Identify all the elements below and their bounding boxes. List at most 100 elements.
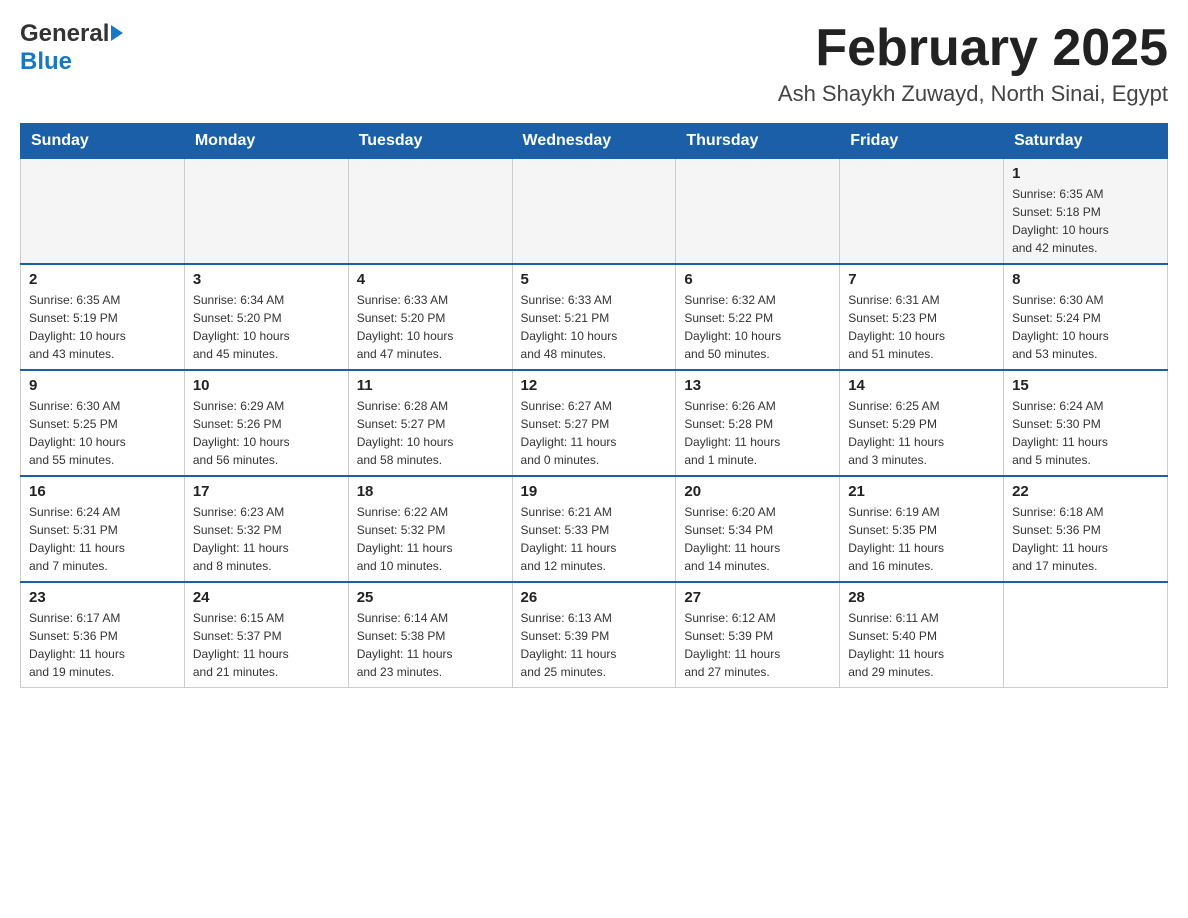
- day-info: Sunrise: 6:26 AM Sunset: 5:28 PM Dayligh…: [684, 397, 831, 469]
- day-number: 25: [357, 589, 504, 606]
- day-info: Sunrise: 6:17 AM Sunset: 5:36 PM Dayligh…: [29, 609, 176, 681]
- calendar-cell: 20 Sunrise: 6:20 AM Sunset: 5:34 PM Dayli…: [676, 476, 840, 582]
- day-number: 2: [29, 271, 176, 288]
- day-info: Sunrise: 6:23 AM Sunset: 5:32 PM Dayligh…: [193, 503, 340, 575]
- calendar-cell: 15Sunrise: 6:24 AM Sunset: 5:30 PM Dayli…: [1004, 370, 1168, 476]
- day-number: 10: [193, 377, 340, 394]
- day-number: 8: [1012, 271, 1159, 288]
- day-number: 26: [521, 589, 668, 606]
- calendar-cell: 24 Sunrise: 6:15 AM Sunset: 5:37 PM Dayli…: [184, 582, 348, 688]
- day-info: Sunrise: 6:11 AM Sunset: 5:40 PM Dayligh…: [848, 609, 995, 681]
- calendar-cell: 3Sunrise: 6:34 AM Sunset: 5:20 PM Daylig…: [184, 264, 348, 370]
- day-number: 22: [1012, 483, 1159, 500]
- day-info: Sunrise: 6:34 AM Sunset: 5:20 PM Dayligh…: [193, 291, 340, 363]
- day-number: 23: [29, 589, 176, 606]
- weekday-header-sunday: Sunday: [21, 124, 185, 159]
- day-info: Sunrise: 6:28 AM Sunset: 5:27 PM Dayligh…: [357, 397, 504, 469]
- day-number: 17: [193, 483, 340, 500]
- day-info: Sunrise: 6:25 AM Sunset: 5:29 PM Dayligh…: [848, 397, 995, 469]
- calendar-cell: 16Sunrise: 6:24 AM Sunset: 5:31 PM Dayli…: [21, 476, 185, 582]
- weekday-header-wednesday: Wednesday: [512, 124, 676, 159]
- day-info: Sunrise: 6:30 AM Sunset: 5:25 PM Dayligh…: [29, 397, 176, 469]
- logo-general-text: General: [20, 20, 109, 48]
- weekday-header-friday: Friday: [840, 124, 1004, 159]
- month-title: February 2025: [778, 20, 1168, 77]
- calendar-table: SundayMondayTuesdayWednesdayThursdayFrid…: [20, 123, 1168, 688]
- calendar-cell: 21Sunrise: 6:19 AM Sunset: 5:35 PM Dayli…: [840, 476, 1004, 582]
- day-info: Sunrise: 6:13 AM Sunset: 5:39 PM Dayligh…: [521, 609, 668, 681]
- weekday-header-tuesday: Tuesday: [348, 124, 512, 159]
- day-info: Sunrise: 6:22 AM Sunset: 5:32 PM Dayligh…: [357, 503, 504, 575]
- calendar-cell: [840, 159, 1004, 265]
- logo-blue-text: Blue: [20, 48, 72, 76]
- day-number: 14: [848, 377, 995, 394]
- day-info: Sunrise: 6:24 AM Sunset: 5:31 PM Dayligh…: [29, 503, 176, 575]
- calendar-cell: 12Sunrise: 6:27 AM Sunset: 5:27 PM Dayli…: [512, 370, 676, 476]
- day-number: 20: [684, 483, 831, 500]
- calendar-cell: 19 Sunrise: 6:21 AM Sunset: 5:33 PM Dayli…: [512, 476, 676, 582]
- calendar-cell: [184, 159, 348, 265]
- week-row-4: 16Sunrise: 6:24 AM Sunset: 5:31 PM Dayli…: [21, 476, 1168, 582]
- calendar-cell: [348, 159, 512, 265]
- weekday-header-saturday: Saturday: [1004, 124, 1168, 159]
- logo: General Blue: [20, 20, 123, 76]
- week-row-1: 1 Sunrise: 6:35 AM Sunset: 5:18 PM Daylig…: [21, 159, 1168, 265]
- weekday-header-thursday: Thursday: [676, 124, 840, 159]
- day-number: 4: [357, 271, 504, 288]
- day-info: Sunrise: 6:32 AM Sunset: 5:22 PM Dayligh…: [684, 291, 831, 363]
- calendar-cell: 18 Sunrise: 6:22 AM Sunset: 5:32 PM Dayli…: [348, 476, 512, 582]
- calendar-cell: 2 Sunrise: 6:35 AM Sunset: 5:19 PM Daylig…: [21, 264, 185, 370]
- calendar-cell: 9 Sunrise: 6:30 AM Sunset: 5:25 PM Daylig…: [21, 370, 185, 476]
- calendar-cell: 23 Sunrise: 6:17 AM Sunset: 5:36 PM Dayli…: [21, 582, 185, 688]
- page-header: General Blue February 2025 Ash Shaykh Zu…: [20, 20, 1168, 107]
- day-info: Sunrise: 6:29 AM Sunset: 5:26 PM Dayligh…: [193, 397, 340, 469]
- day-number: 28: [848, 589, 995, 606]
- day-number: 27: [684, 589, 831, 606]
- calendar-cell: 22 Sunrise: 6:18 AM Sunset: 5:36 PM Dayli…: [1004, 476, 1168, 582]
- calendar-cell: 8Sunrise: 6:30 AM Sunset: 5:24 PM Daylig…: [1004, 264, 1168, 370]
- calendar-cell: 10 Sunrise: 6:29 AM Sunset: 5:26 PM Dayli…: [184, 370, 348, 476]
- day-info: Sunrise: 6:35 AM Sunset: 5:19 PM Dayligh…: [29, 291, 176, 363]
- day-number: 7: [848, 271, 995, 288]
- day-info: Sunrise: 6:14 AM Sunset: 5:38 PM Dayligh…: [357, 609, 504, 681]
- day-number: 9: [29, 377, 176, 394]
- calendar-cell: 11 Sunrise: 6:28 AM Sunset: 5:27 PM Dayli…: [348, 370, 512, 476]
- day-number: 11: [357, 377, 504, 394]
- day-number: 21: [848, 483, 995, 500]
- logo-arrow-icon: [111, 25, 123, 41]
- calendar-cell: [676, 159, 840, 265]
- calendar-cell: 27 Sunrise: 6:12 AM Sunset: 5:39 PM Dayli…: [676, 582, 840, 688]
- day-number: 1: [1012, 165, 1159, 182]
- day-info: Sunrise: 6:18 AM Sunset: 5:36 PM Dayligh…: [1012, 503, 1159, 575]
- calendar-cell: 26 Sunrise: 6:13 AM Sunset: 5:39 PM Dayli…: [512, 582, 676, 688]
- day-info: Sunrise: 6:33 AM Sunset: 5:20 PM Dayligh…: [357, 291, 504, 363]
- weekday-header-row: SundayMondayTuesdayWednesdayThursdayFrid…: [21, 124, 1168, 159]
- day-number: 13: [684, 377, 831, 394]
- calendar-cell: 13 Sunrise: 6:26 AM Sunset: 5:28 PM Dayli…: [676, 370, 840, 476]
- calendar-cell: 28 Sunrise: 6:11 AM Sunset: 5:40 PM Dayli…: [840, 582, 1004, 688]
- calendar-cell: 5Sunrise: 6:33 AM Sunset: 5:21 PM Daylig…: [512, 264, 676, 370]
- day-number: 24: [193, 589, 340, 606]
- calendar-cell: 17 Sunrise: 6:23 AM Sunset: 5:32 PM Dayli…: [184, 476, 348, 582]
- day-info: Sunrise: 6:21 AM Sunset: 5:33 PM Dayligh…: [521, 503, 668, 575]
- weekday-header-monday: Monday: [184, 124, 348, 159]
- calendar-cell: 4 Sunrise: 6:33 AM Sunset: 5:20 PM Daylig…: [348, 264, 512, 370]
- day-number: 12: [521, 377, 668, 394]
- calendar-cell: [512, 159, 676, 265]
- calendar-cell: 6 Sunrise: 6:32 AM Sunset: 5:22 PM Daylig…: [676, 264, 840, 370]
- day-number: 15: [1012, 377, 1159, 394]
- day-number: 6: [684, 271, 831, 288]
- day-number: 19: [521, 483, 668, 500]
- day-number: 18: [357, 483, 504, 500]
- week-row-5: 23 Sunrise: 6:17 AM Sunset: 5:36 PM Dayli…: [21, 582, 1168, 688]
- calendar-cell: [1004, 582, 1168, 688]
- day-number: 5: [521, 271, 668, 288]
- title-block: February 2025 Ash Shaykh Zuwayd, North S…: [778, 20, 1168, 107]
- day-info: Sunrise: 6:12 AM Sunset: 5:39 PM Dayligh…: [684, 609, 831, 681]
- calendar-cell: 1 Sunrise: 6:35 AM Sunset: 5:18 PM Daylig…: [1004, 159, 1168, 265]
- day-info: Sunrise: 6:35 AM Sunset: 5:18 PM Dayligh…: [1012, 185, 1159, 257]
- day-info: Sunrise: 6:15 AM Sunset: 5:37 PM Dayligh…: [193, 609, 340, 681]
- week-row-3: 9 Sunrise: 6:30 AM Sunset: 5:25 PM Daylig…: [21, 370, 1168, 476]
- calendar-cell: 14 Sunrise: 6:25 AM Sunset: 5:29 PM Dayli…: [840, 370, 1004, 476]
- day-info: Sunrise: 6:20 AM Sunset: 5:34 PM Dayligh…: [684, 503, 831, 575]
